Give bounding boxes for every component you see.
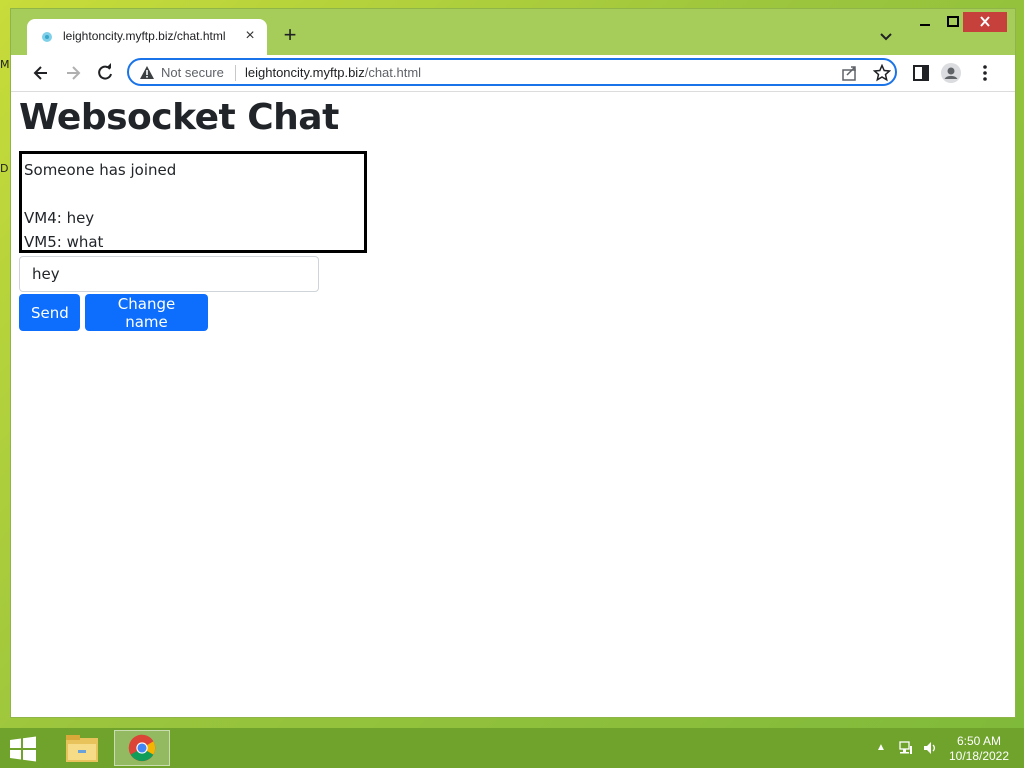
- more-menu-icon[interactable]: [975, 63, 995, 83]
- url-path: /chat.html: [364, 65, 422, 80]
- bookmark-star-icon[interactable]: [873, 64, 891, 82]
- forward-arrow-icon[interactable]: [63, 63, 83, 83]
- browser-toolbar: Not secure leightoncity.myftp.biz/chat.h…: [11, 55, 1015, 92]
- chat-log: Someone has joined VM4: hey VM5: what: [19, 151, 367, 253]
- not-secure-label[interactable]: Not secure: [161, 65, 224, 80]
- side-panel-icon[interactable]: [911, 63, 931, 83]
- chat-message: VM4: hey: [24, 209, 95, 227]
- page-title: Websocket Chat: [19, 97, 339, 138]
- system-clock[interactable]: 6:50 AM 10/18/2022: [944, 734, 1014, 764]
- page-content: Websocket Chat Someone has joined VM4: h…: [11, 92, 1015, 717]
- browser-tab[interactable]: leightoncity.myftp.biz/chat.html ×: [27, 19, 267, 55]
- url-text[interactable]: leightoncity.myftp.biz/chat.html: [245, 65, 421, 80]
- message-input[interactable]: [19, 256, 319, 292]
- new-tab-button[interactable]: +: [279, 24, 301, 47]
- tab-title: leightoncity.myftp.biz/chat.html: [63, 29, 226, 43]
- minimize-icon[interactable]: [911, 12, 939, 32]
- file-explorer-icon[interactable]: [54, 730, 110, 766]
- desktop-icon-label-m[interactable]: M: [0, 58, 10, 71]
- title-bar: leightoncity.myftp.biz/chat.html × +: [11, 9, 1015, 55]
- chat-message: Someone has joined: [24, 161, 177, 179]
- address-divider: [235, 65, 236, 81]
- clock-date: 10/18/2022: [948, 749, 1010, 763]
- send-button[interactable]: Send: [19, 294, 80, 331]
- tab-close-icon[interactable]: ×: [241, 27, 259, 45]
- address-bar[interactable]: Not secure leightoncity.myftp.biz/chat.h…: [127, 58, 897, 86]
- clock-time: 6:50 AM: [956, 734, 1002, 748]
- profile-avatar-icon[interactable]: [941, 63, 961, 83]
- reload-icon[interactable]: [95, 63, 115, 83]
- tab-search-chevron-icon[interactable]: [875, 25, 897, 47]
- share-icon[interactable]: [841, 64, 859, 82]
- chat-message: VM5: what: [24, 233, 104, 251]
- chat-message-blank: [24, 182, 362, 206]
- network-icon[interactable]: [898, 740, 914, 756]
- change-name-button[interactable]: Change name: [85, 294, 208, 331]
- chrome-taskbar-icon[interactable]: [114, 730, 170, 766]
- url-host: leightoncity.myftp.biz: [245, 65, 365, 80]
- browser-window: leightoncity.myftp.biz/chat.html × + Not…: [10, 8, 1016, 718]
- warning-triangle-icon[interactable]: [139, 65, 155, 81]
- desktop-icon-label-d[interactable]: D: [0, 162, 10, 175]
- back-arrow-icon[interactable]: [31, 63, 51, 83]
- windows-start-icon[interactable]: [8, 736, 38, 762]
- show-hidden-icons-icon[interactable]: ▲: [876, 742, 886, 753]
- globe-favicon-icon: [42, 32, 52, 42]
- close-window-icon[interactable]: [963, 12, 1007, 32]
- volume-icon[interactable]: [922, 740, 938, 756]
- taskbar: ▲ 6:50 AM 10/18/2022: [0, 728, 1024, 768]
